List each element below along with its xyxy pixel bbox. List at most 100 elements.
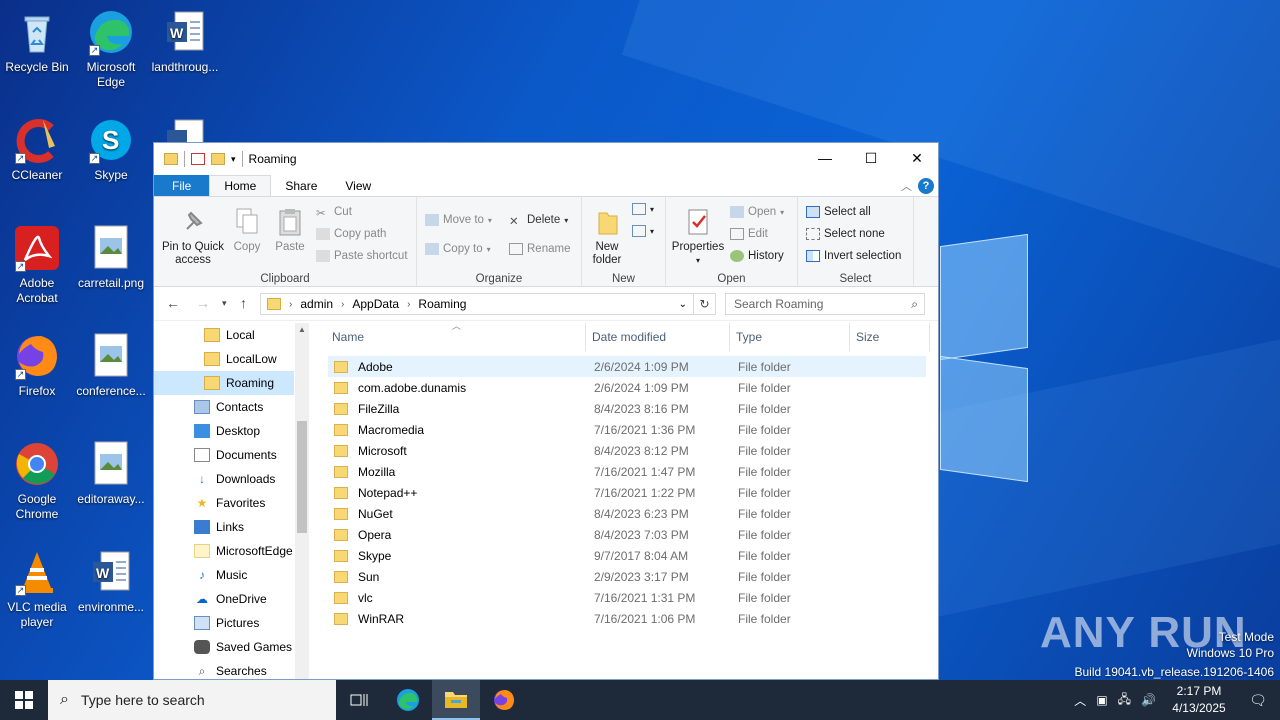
open-button[interactable]: Open ▾ xyxy=(730,206,784,218)
nav-item-onedrive[interactable]: ☁ OneDrive xyxy=(154,587,294,611)
nav-item-contacts[interactable]: Contacts xyxy=(154,395,294,419)
desktop-icon-image-file[interactable]: editoraway... xyxy=(74,440,148,507)
up-button[interactable]: ↑ xyxy=(240,295,247,311)
desktop-icon-image-file[interactable]: conference... xyxy=(74,332,148,399)
desktop-icon-ccleaner[interactable]: ↗ CCleaner xyxy=(0,116,74,183)
desktop-icon-vlc[interactable]: ↗ VLC media player xyxy=(0,548,74,630)
breadcrumb-admin[interactable]: admin xyxy=(300,297,333,311)
refresh-button[interactable]: ↻ xyxy=(694,293,716,315)
copy-button[interactable]: Copy xyxy=(230,207,264,254)
desktop-icon-word-doc[interactable]: W landthroug... xyxy=(148,8,222,75)
back-button[interactable]: ← xyxy=(166,295,180,311)
nav-scrollbar[interactable]: ▲ xyxy=(295,323,309,679)
desktop-icon-image-file[interactable]: carretail.png xyxy=(74,224,148,291)
file-row[interactable]: vlc 7/16/2021 1:31 PM File folder xyxy=(328,587,926,608)
tab-view[interactable]: View xyxy=(331,175,385,196)
file-row[interactable]: Microsoft 8/4/2023 8:12 PM File folder xyxy=(328,440,926,461)
easy-access-button[interactable]: ▾ xyxy=(632,225,654,237)
volume-icon[interactable]: 🔊 xyxy=(1141,693,1156,707)
file-row[interactable]: FileZilla 8/4/2023 8:16 PM File folder xyxy=(328,398,926,419)
taskbar-edge-button[interactable] xyxy=(384,680,432,720)
nav-item-desktop[interactable]: Desktop xyxy=(154,419,294,443)
edit-button[interactable]: Edit xyxy=(730,228,768,240)
recent-locations-button[interactable]: ▾ xyxy=(222,298,227,309)
search-input[interactable]: Search Roaming ⌕ xyxy=(725,293,925,315)
properties-button[interactable]: Properties ▾ xyxy=(670,207,726,267)
title-bar[interactable]: ▾ Roaming — ☐ ✕ xyxy=(154,143,938,175)
desktop-icon-recycle-bin[interactable]: Recycle Bin xyxy=(0,8,74,75)
file-row[interactable]: Sun 2/9/2023 3:17 PM File folder xyxy=(328,566,926,587)
nav-item-pictures[interactable]: Pictures xyxy=(154,611,294,635)
taskbar-file-explorer-button[interactable] xyxy=(432,680,480,720)
device-icon[interactable]: ▣ xyxy=(1096,693,1107,707)
maximize-button[interactable]: ☐ xyxy=(848,143,894,173)
customize-quick-access-icon[interactable]: ▾ xyxy=(231,154,236,165)
rename-button[interactable]: Rename xyxy=(509,243,570,255)
collapse-ribbon-icon[interactable]: ︿ xyxy=(901,178,912,194)
notification-center-icon[interactable]: 🗨 xyxy=(1236,692,1280,709)
nav-item-microsoftedge[interactable]: MicrosoftEdge xyxy=(154,539,294,563)
file-row[interactable]: WinRAR 7/16/2021 1:06 PM File folder xyxy=(328,608,926,629)
forward-button[interactable]: → xyxy=(196,295,210,311)
nav-item-documents[interactable]: Documents xyxy=(154,443,294,467)
desktop-icon-skype[interactable]: S ↗ Skype xyxy=(74,116,148,183)
copy-to-button[interactable]: Copy to ▾ xyxy=(425,243,491,255)
show-hidden-icons-button[interactable]: ︿ xyxy=(1074,692,1086,709)
file-row[interactable]: Opera 8/4/2023 7:03 PM File folder xyxy=(328,524,926,545)
copy-path-button[interactable]: Copy path xyxy=(316,228,386,240)
column-header-size[interactable]: Size xyxy=(850,323,930,351)
address-dropdown-icon[interactable]: ⌄ xyxy=(679,299,687,310)
new-folder-button[interactable]: New folder xyxy=(584,207,630,267)
breadcrumb-roaming[interactable]: Roaming xyxy=(418,297,466,311)
invert-selection-button[interactable]: Invert selection xyxy=(806,250,901,262)
select-all-button[interactable]: Select all xyxy=(806,206,871,218)
nav-item-local[interactable]: Local xyxy=(154,323,294,347)
cut-button[interactable]: ✂ Cut xyxy=(316,206,352,220)
column-header-date[interactable]: Date modified xyxy=(586,323,730,351)
network-icon[interactable]: 🖧 xyxy=(1118,690,1131,711)
file-row[interactable]: NuGet 8/4/2023 6:23 PM File folder xyxy=(328,503,926,524)
properties-quick-icon[interactable] xyxy=(191,153,205,165)
delete-button[interactable]: ✕ Delete ▾ xyxy=(509,214,568,228)
desktop-icon-acrobat[interactable]: ↗ Adobe Acrobat xyxy=(0,224,74,306)
column-header-name[interactable]: Name xyxy=(326,323,586,351)
nav-item-saved-games[interactable]: Saved Games xyxy=(154,635,294,659)
nav-item-music[interactable]: ♪ Music xyxy=(154,563,294,587)
move-to-button[interactable]: Move to ▾ xyxy=(425,214,492,226)
desktop-icon-chrome[interactable]: Google Chrome xyxy=(0,440,74,522)
nav-item-searches[interactable]: ⌕ Searches xyxy=(154,659,294,679)
nav-item-locallow[interactable]: LocalLow xyxy=(154,347,294,371)
tab-home[interactable]: Home xyxy=(209,175,272,196)
select-none-button[interactable]: Select none xyxy=(806,228,885,240)
tab-share[interactable]: Share xyxy=(271,175,331,196)
file-row[interactable]: Mozilla 7/16/2021 1:47 PM File folder xyxy=(328,461,926,482)
clock[interactable]: 2:17 PM 4/13/2025 xyxy=(1162,683,1236,717)
address-bar[interactable]: › admin › AppData › Roaming ⌄ xyxy=(260,293,694,315)
file-row[interactable]: Skype 9/7/2017 8:04 AM File folder xyxy=(328,545,926,566)
paste-button[interactable]: Paste xyxy=(270,207,310,254)
file-row[interactable]: Notepad++ 7/16/2021 1:22 PM File folder xyxy=(328,482,926,503)
scroll-up-icon[interactable]: ▲ xyxy=(298,325,306,334)
file-row[interactable]: Macromedia 7/16/2021 1:36 PM File folder xyxy=(328,419,926,440)
taskbar-firefox-button[interactable] xyxy=(480,680,528,720)
help-icon[interactable]: ? xyxy=(918,178,934,194)
column-header-type[interactable]: Type xyxy=(730,323,850,351)
desktop-icon-firefox[interactable]: ↗ Firefox xyxy=(0,332,74,399)
task-view-button[interactable] xyxy=(336,680,384,720)
scrollbar-thumb[interactable] xyxy=(297,421,307,533)
pin-quick-access-button[interactable]: Pin to Quick access xyxy=(160,207,226,267)
nav-item-downloads[interactable]: ↓ Downloads xyxy=(154,467,294,491)
taskbar-search-box[interactable]: ⌕ Type here to search xyxy=(48,680,336,720)
close-button[interactable]: ✕ xyxy=(894,143,940,173)
nav-item-roaming[interactable]: Roaming xyxy=(154,371,294,395)
nav-item-links[interactable]: Links xyxy=(154,515,294,539)
start-button[interactable] xyxy=(0,680,48,720)
file-row[interactable]: com.adobe.dunamis 2/6/2024 1:09 PM File fo… xyxy=(328,377,926,398)
tab-file[interactable]: File xyxy=(154,175,210,196)
breadcrumb-appdata[interactable]: AppData xyxy=(352,297,399,311)
desktop-icon-word-doc-partial[interactable] xyxy=(148,116,222,142)
desktop-icon-edge[interactable]: ↗ Microsoft Edge xyxy=(74,8,148,90)
file-row[interactable]: Adobe 2/6/2024 1:09 PM File folder xyxy=(328,356,926,377)
desktop-icon-word-doc[interactable]: W environme... xyxy=(74,548,148,615)
history-button[interactable]: History xyxy=(730,250,784,262)
